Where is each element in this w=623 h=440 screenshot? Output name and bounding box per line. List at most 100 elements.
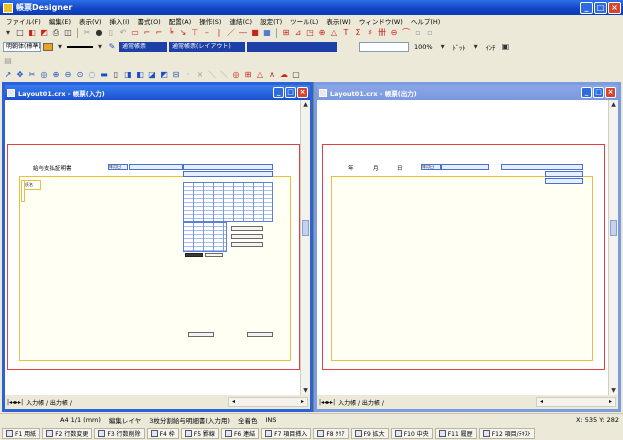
line-dropdown-icon[interactable]: ▾ <box>95 42 105 52</box>
undo-icon[interactable]: ↶ <box>118 28 128 38</box>
document-window-input[interactable]: Layout01.crx - 帳票(入力) _ □ × 給与支払証明書 年月日 … <box>2 82 313 412</box>
pointer-icon[interactable]: ▾ <box>3 28 13 38</box>
detail-grid-upper[interactable] <box>183 182 273 222</box>
sheet-tabs-2[interactable]: 入力帳 / 出力帳 / <box>338 398 384 407</box>
vline-icon[interactable]: | <box>214 28 224 38</box>
style-combo-2[interactable]: 通常帳票(レイアウト) <box>169 41 245 52</box>
date-field-2-ext[interactable] <box>441 164 489 170</box>
pen-icon[interactable]: ✎ <box>107 42 117 52</box>
text-icon[interactable]: ╘ <box>166 28 176 38</box>
maximize-button[interactable]: □ <box>594 1 607 14</box>
scroll-right-icon-2[interactable]: ▸ <box>606 398 615 406</box>
doc2-maximize-button[interactable]: □ <box>593 87 604 98</box>
grid-icon[interactable]: ▦ <box>262 28 272 38</box>
preview-icon[interactable]: ◫ <box>63 28 73 38</box>
misc-icon-1[interactable]: ▫ <box>413 28 423 38</box>
page-icon[interactable]: ▯ <box>111 70 121 80</box>
align-top-icon[interactable]: ◪ <box>147 70 157 80</box>
menu-settings[interactable]: 設定(T) <box>256 16 286 26</box>
fill-icon[interactable]: ■ <box>250 28 260 38</box>
unit-down-icon[interactable]: ▾ <box>471 42 481 52</box>
text-tool-icon[interactable]: T <box>341 28 351 38</box>
ruler-icon[interactable]: ▬ <box>99 70 109 80</box>
ellipse-icon[interactable]: ⊖ <box>389 28 399 38</box>
summary-field[interactable] <box>205 253 223 257</box>
menu-format[interactable]: 書式(O) <box>134 16 165 26</box>
date-field[interactable]: 年月日 <box>108 164 128 170</box>
menu-help[interactable]: ヘルプ(H) <box>407 16 444 26</box>
doc-minimize-button[interactable]: _ <box>273 87 284 98</box>
scroll-down-icon-2[interactable]: ▼ <box>609 386 618 395</box>
fkey-10[interactable]: F10 中央 <box>390 427 433 439</box>
header-cells-2[interactable] <box>183 171 273 177</box>
document-window-output[interactable]: Layout01.crx - 帳票(出力) _ □ × 年 月 日 年月日 ▲ … <box>314 82 621 412</box>
tab-nav-icon-2[interactable]: |◂◂▸▸| <box>319 399 335 406</box>
arrow-icon[interactable]: ↘ <box>178 28 188 38</box>
scroll-left-icon-2[interactable]: ◂ <box>537 398 546 406</box>
doc-maximize-button[interactable]: □ <box>285 87 296 98</box>
menu-tools[interactable]: ツール(L) <box>286 16 322 26</box>
menu-view[interactable]: 表示(V) <box>75 16 106 26</box>
date-field-2[interactable]: 年月日 <box>421 164 441 170</box>
line-icon[interactable]: ⌐ <box>142 28 152 38</box>
align-right-icon[interactable]: ◧ <box>135 70 145 80</box>
tab-nav-icon[interactable]: |◂◂▸▸| <box>7 399 23 406</box>
dash-icon[interactable]: – <box>202 28 212 38</box>
zoom-icon[interactable]: ⊙ <box>75 70 85 80</box>
fkey-2[interactable]: F2 行数変更 <box>42 427 93 439</box>
scroll-up-icon[interactable]: ▲ <box>301 100 310 109</box>
menu-link[interactable]: 連結(C) <box>225 16 256 26</box>
corner-icon[interactable]: ⌐ <box>154 28 164 38</box>
backslash-icon-1[interactable]: ＼ <box>207 70 217 80</box>
scroll-thumb[interactable] <box>302 220 309 236</box>
total-field-3[interactable] <box>231 242 263 247</box>
zoom-out-icon[interactable]: ⊖ <box>63 70 73 80</box>
backslash-icon-2[interactable]: ＼ <box>219 70 229 80</box>
arc-icon[interactable]: ⌒ <box>401 28 411 38</box>
scroll-left-icon[interactable]: ◂ <box>229 398 238 406</box>
zoom-down-icon[interactable]: ▾ <box>438 42 448 52</box>
dropdown-icon[interactable]: ▾ <box>55 42 65 52</box>
fkey-4[interactable]: F4 枠 <box>146 427 179 439</box>
summary-field-dark[interactable] <box>185 253 203 257</box>
zoom-fit-icon[interactable]: ◌ <box>87 70 97 80</box>
new-icon[interactable]: □ <box>15 28 25 38</box>
header-cells-5[interactable] <box>545 178 583 184</box>
minimize-button[interactable]: _ <box>580 1 593 14</box>
form-canvas-2[interactable]: 年 月 日 年月日 <box>317 100 608 395</box>
menu-display[interactable]: 表示(W) <box>322 16 355 26</box>
doc2-close-button[interactable]: × <box>605 87 616 98</box>
style-combo-1[interactable]: 通常帳票 <box>119 41 167 52</box>
cut-tool-icon[interactable]: ✂ <box>27 70 37 80</box>
hash-icon[interactable]: ♯ <box>365 28 375 38</box>
scroll-up-icon-2[interactable]: ▲ <box>609 100 618 109</box>
rectangle-icon[interactable]: ▭ <box>130 28 140 38</box>
props-icon[interactable]: ▣ <box>500 42 510 52</box>
target-icon[interactable]: ◎ <box>231 70 241 80</box>
diag-icon[interactable]: ／ <box>226 28 236 38</box>
fkey-7[interactable]: F7 項目挿入 <box>261 427 312 439</box>
circle-icon[interactable]: ⊕ <box>317 28 327 38</box>
fkey-6[interactable]: F6 連結 <box>220 427 260 439</box>
align-left-icon[interactable]: ◨ <box>123 70 133 80</box>
paste-icon[interactable]: ▯ <box>106 28 116 38</box>
sum-icon[interactable]: Σ <box>353 28 363 38</box>
select-icon[interactable]: ↗ <box>3 70 13 80</box>
copy-tool-icon[interactable]: ◎ <box>39 70 49 80</box>
cut-icon[interactable]: ✂ <box>82 28 92 38</box>
total-field-1[interactable] <box>231 226 263 231</box>
align-bottom-icon[interactable]: ◩ <box>159 70 169 80</box>
detail-grid-lower[interactable] <box>183 222 227 252</box>
header-cells-4[interactable] <box>545 171 583 177</box>
open-icon[interactable]: ◧ <box>27 28 37 38</box>
header-cells[interactable] <box>183 164 273 170</box>
caret-icon[interactable]: ∧ <box>267 70 277 80</box>
side-field[interactable] <box>21 180 25 202</box>
vertical-scrollbar[interactable]: ▲ ▼ <box>300 100 310 395</box>
line-style-sample[interactable] <box>67 45 93 48</box>
cross-icon[interactable]: × <box>195 70 205 80</box>
form-canvas[interactable]: 給与支払証明書 年月日 氏名 <box>5 100 300 395</box>
barcode-icon[interactable]: ◳ <box>305 28 315 38</box>
copy-icon[interactable]: ● <box>94 28 104 38</box>
table-tool-icon[interactable]: ⊞ <box>243 70 253 80</box>
